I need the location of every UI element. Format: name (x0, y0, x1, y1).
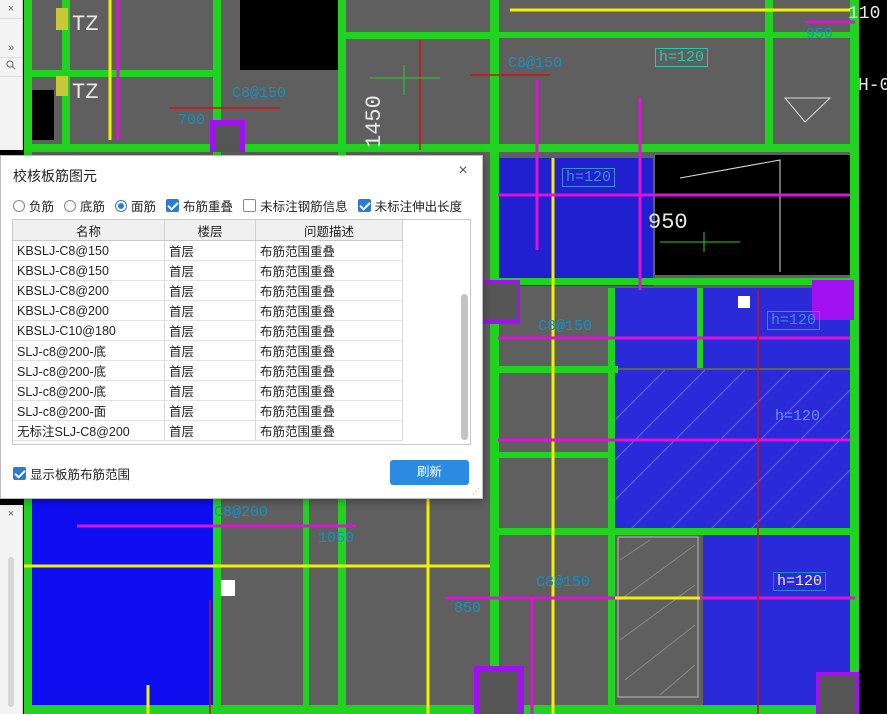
cell-floor: 首层 (164, 400, 256, 421)
cad-text-num: 950 (806, 26, 834, 43)
table-row[interactable]: SLJ-c8@200-底 首层 布筋范围重叠 (13, 360, 403, 381)
table-scrollbar[interactable] (461, 294, 468, 440)
cell-issue: 布筋范围重叠 (255, 300, 403, 321)
cell-issue: 布筋范围重叠 (255, 240, 403, 261)
column-header-name[interactable]: 名称 (13, 220, 165, 241)
cad-dim-h00: H-0.0 (858, 76, 887, 96)
cad-text-rebar: C8@150 (232, 85, 287, 102)
scrollbar[interactable] (8, 557, 14, 707)
table-row[interactable]: KBSLJ-C8@200 首层 布筋范围重叠 (13, 280, 403, 301)
cell-name: 无标注SLJ-C8@200 (13, 420, 165, 441)
cad-text-h120: h=120 (562, 168, 616, 187)
cell-issue: 布筋范围重叠 (255, 320, 403, 341)
radio-negative-rebar[interactable]: 负筋 (13, 196, 54, 215)
checkbox-unlabeled-length[interactable]: 未标注伸出长度 (357, 196, 462, 215)
cad-dim-1450: 1450 (362, 95, 387, 148)
cell-issue: 布筋范围重叠 (255, 360, 403, 381)
cell-floor: 首层 (164, 300, 256, 321)
cell-name: SLJ-c8@200-底 (13, 360, 165, 381)
cad-text-num: 700 (178, 112, 206, 129)
table-row[interactable]: SLJ-c8@200-面 首层 布筋范围重叠 (13, 400, 403, 421)
radio-selected-icon (115, 199, 128, 212)
cell-issue: 布筋范围重叠 (255, 420, 403, 441)
cell-name: KBSLJ-C8@150 (13, 260, 165, 281)
cell-floor: 首层 (164, 260, 256, 281)
cell-issue: 布筋范围重叠 (255, 400, 403, 421)
cad-text-rebar: C8@150 (536, 574, 591, 591)
dialog-title: 校核板筋图元 (13, 168, 97, 184)
cad-text-num: 1050 (318, 530, 355, 547)
cell-name: KBSLJ-C8@200 (13, 300, 165, 321)
checkbox-checked-icon (166, 199, 180, 212)
cad-text-rebar: C8@200 (214, 504, 269, 521)
cad-text-rebar: C8@150 (538, 318, 593, 335)
table-row[interactable]: SLJ-c8@200-底 首层 布筋范围重叠 (13, 340, 403, 361)
cad-text-tz: TZ (72, 80, 99, 105)
issue-table: 名称 楼层 问题描述 KBSLJ-C8@150 首层 布筋范围重叠 KBSLJ-C8@… (12, 219, 471, 445)
table-row[interactable]: KBSLJ-C8@150 首层 布筋范围重叠 (13, 240, 403, 261)
cell-floor: 首层 (164, 240, 256, 261)
cell-floor: 首层 (164, 380, 256, 401)
checkbox-unlabeled-info[interactable]: 未标注钢筋信息 (243, 196, 348, 215)
cad-text-rebar: C8@150 (508, 55, 563, 72)
cell-floor: 首层 (164, 280, 256, 301)
cell-floor: 首层 (164, 360, 256, 381)
cell-issue: 布筋范围重叠 (255, 380, 403, 401)
table-row[interactable]: 无标注SLJ-C8@200 首层 布筋范围重叠 (13, 420, 403, 441)
side-panel-bottom: × (0, 505, 23, 714)
cad-text-h120: h=120 (767, 311, 821, 330)
cell-floor: 首层 (164, 320, 256, 341)
expand-icon[interactable]: » (0, 39, 22, 58)
table-header-row: 名称 楼层 问题描述 (13, 220, 403, 241)
cad-text-num: 850 (454, 600, 482, 617)
cell-issue: 布筋范围重叠 (255, 340, 403, 361)
cell-name: KBSLJ-C8@200 (13, 280, 165, 301)
radio-top-rebar[interactable]: 面筋 (115, 196, 156, 215)
cad-text-h120: h=120 (773, 572, 827, 591)
resize-grip-icon[interactable]: ⋰ (472, 488, 480, 496)
cell-name: KBSLJ-C10@180 (13, 320, 165, 341)
cad-text-h120: h=120 (655, 48, 709, 67)
cad-text-h120: h=120 (775, 408, 821, 425)
table-row[interactable]: KBSLJ-C8@200 首层 布筋范围重叠 (13, 300, 403, 321)
refresh-button[interactable]: 刷新 (390, 460, 469, 485)
column-header-issue[interactable]: 问题描述 (255, 220, 403, 241)
checkbox-checked-icon (357, 199, 371, 212)
cell-name: SLJ-c8@200-底 (13, 340, 165, 361)
cad-dim-950: 950 (648, 210, 688, 235)
cell-floor: 首层 (164, 340, 256, 361)
checkbox-checked-icon (13, 467, 26, 480)
table-row[interactable]: SLJ-c8@200-底 首层 布筋范围重叠 (13, 380, 403, 401)
radio-bottom-rebar[interactable]: 底筋 (64, 196, 105, 215)
cad-dim-110: 110 (848, 4, 881, 24)
checkbox-icon (243, 199, 257, 212)
column-header-floor[interactable]: 楼层 (164, 220, 256, 241)
close-icon[interactable]: × (454, 162, 472, 180)
close-icon[interactable]: × (0, 0, 22, 19)
cell-issue: 布筋范围重叠 (255, 280, 403, 301)
table-row[interactable]: KBSLJ-C10@180 首层 布筋范围重叠 (13, 320, 403, 341)
checkbox-show-range[interactable]: 显示板筋布筋范围 (13, 464, 130, 483)
table-row[interactable]: KBSLJ-C8@150 首层 布筋范围重叠 (13, 260, 403, 281)
cell-name: KBSLJ-C8@150 (13, 240, 165, 261)
close-icon[interactable]: × (0, 505, 22, 523)
cell-floor: 首层 (164, 420, 256, 441)
cell-name: SLJ-c8@200-面 (13, 400, 165, 421)
check-slab-rebar-dialog: 校核板筋图元 × 负筋 底筋 面筋 布筋重叠 未标注钢筋信息 未标注伸出长度 名… (0, 155, 483, 499)
search-icon[interactable] (0, 58, 22, 77)
filter-options: 负筋 底筋 面筋 布筋重叠 未标注钢筋信息 未标注伸出长度 (13, 196, 462, 215)
radio-icon (64, 199, 77, 212)
side-panel-top: × » (0, 0, 23, 150)
cell-issue: 布筋范围重叠 (255, 260, 403, 281)
cad-text-tz: TZ (72, 12, 99, 37)
checkbox-overlap[interactable]: 布筋重叠 (166, 196, 233, 215)
radio-icon (13, 199, 25, 212)
cell-name: SLJ-c8@200-底 (13, 380, 165, 401)
